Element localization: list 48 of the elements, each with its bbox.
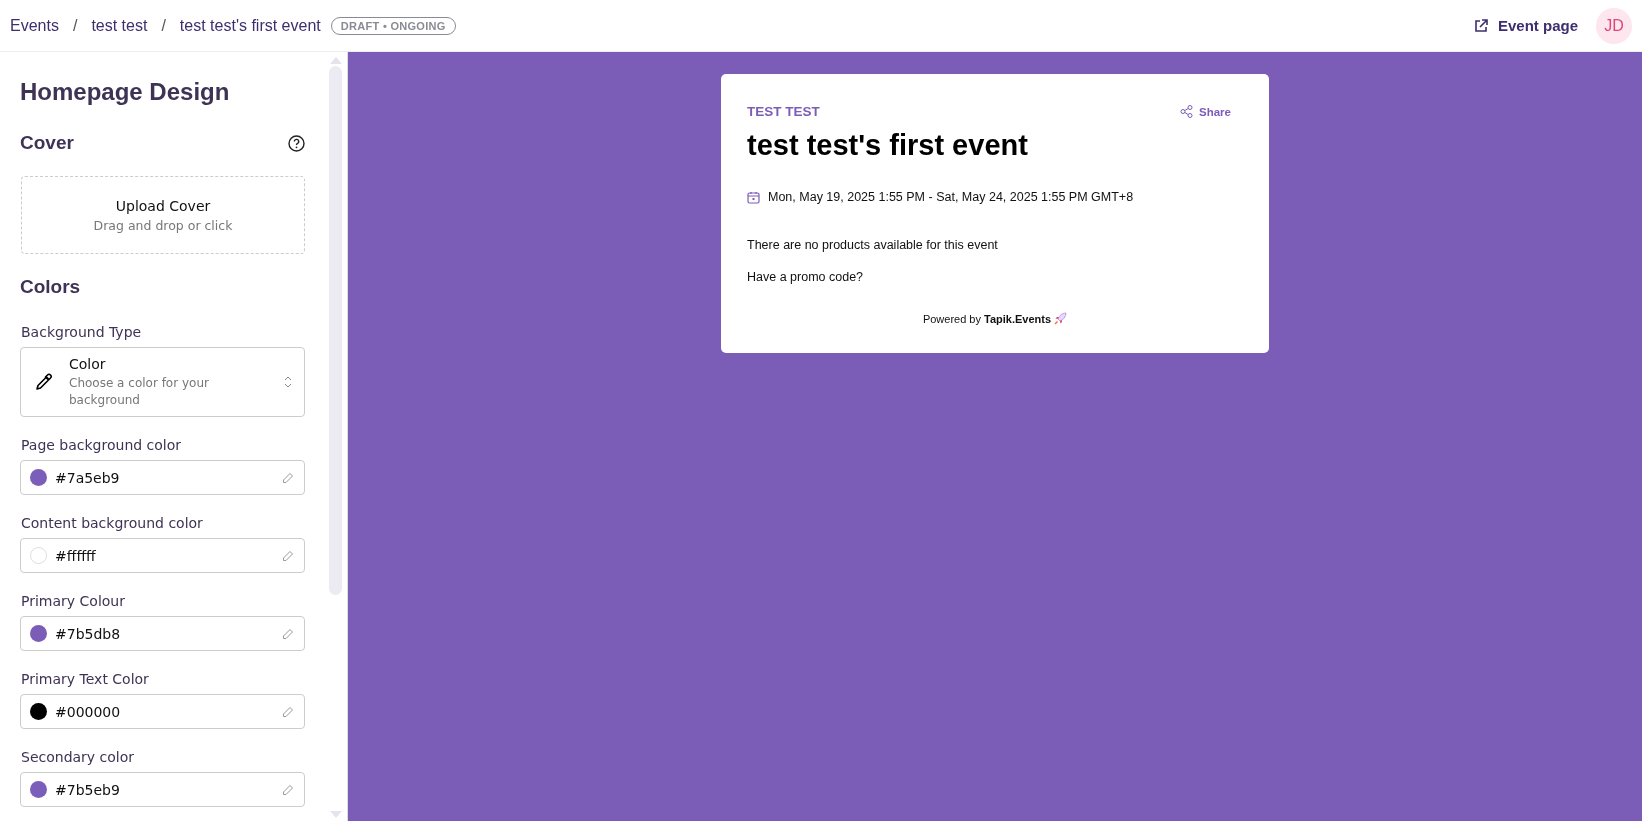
calendar-icon	[747, 190, 760, 204]
color-input-field[interactable]: #7b5eb9	[20, 772, 305, 807]
upload-hint: Drag and drop or click	[93, 217, 233, 233]
pencil-icon[interactable]	[282, 705, 294, 718]
color-input-field[interactable]: #7a5eb9	[20, 460, 305, 495]
event-page-link[interactable]: Event page	[1473, 17, 1578, 34]
powered-by-text: Powered by Tapik.Events	[922, 312, 1052, 325]
upload-title: Upload Cover	[115, 197, 211, 214]
field-label: Secondary color	[21, 749, 136, 765]
chevron-updown-icon	[284, 376, 292, 388]
field-label: Background Type	[21, 324, 143, 340]
background-type-select[interactable]: Color Choose a color for your background	[20, 347, 305, 417]
color-input-field[interactable]: #000000	[20, 694, 305, 729]
color-swatch[interactable]	[30, 547, 47, 564]
breadcrumb-separator: /	[161, 16, 166, 35]
breadcrumb-link[interactable]: Events	[10, 16, 59, 35]
rocket-icon	[1054, 312, 1068, 325]
field-label: Primary Colour	[21, 593, 126, 609]
pencil-icon[interactable]	[282, 783, 294, 796]
section-heading: Colors	[20, 276, 82, 298]
help-icon[interactable]	[288, 134, 305, 152]
field-label: Page background color	[21, 437, 183, 453]
pencil-icon[interactable]	[282, 549, 294, 562]
organizer-name: TEST TEST	[747, 104, 820, 119]
section-heading: Cover	[20, 132, 74, 154]
pencil-icon[interactable]	[282, 627, 294, 640]
field-label: Primary Text Color	[21, 671, 150, 687]
event-title: test test's first event	[747, 129, 1029, 162]
color-swatch[interactable]	[30, 781, 47, 798]
color-swatch[interactable]	[30, 625, 47, 642]
promo-code-link[interactable]: Have a promo code?	[747, 270, 1243, 284]
no-products-message: There are no products available for this event	[747, 238, 999, 252]
color-swatch[interactable]	[30, 703, 47, 720]
event-date: Mon, May 19, 2025 1:55 PM - Sat, May 24, 2025 1:55 PM GMT+8	[768, 190, 1134, 204]
field-label: Content background color	[21, 515, 204, 531]
color-input-field[interactable]: #7b5db8	[20, 616, 305, 651]
eyedropper-icon	[35, 373, 53, 391]
panel-title: Homepage Design	[20, 78, 231, 106]
breadcrumb-link[interactable]: test test	[91, 16, 148, 35]
share-icon	[1180, 105, 1194, 118]
share-button[interactable]: Share	[1180, 105, 1231, 118]
color-input-field[interactable]: #ffffff	[20, 538, 305, 573]
pencil-icon[interactable]	[282, 471, 294, 484]
breadcrumb-separator: /	[72, 16, 78, 35]
external-link-icon	[1473, 18, 1488, 33]
upload-cover-dropzone[interactable]: Upload Cover Drag and drop or click	[21, 176, 305, 254]
breadcrumb-link[interactable]: test test's first event	[179, 16, 321, 35]
color-swatch[interactable]	[30, 469, 47, 486]
